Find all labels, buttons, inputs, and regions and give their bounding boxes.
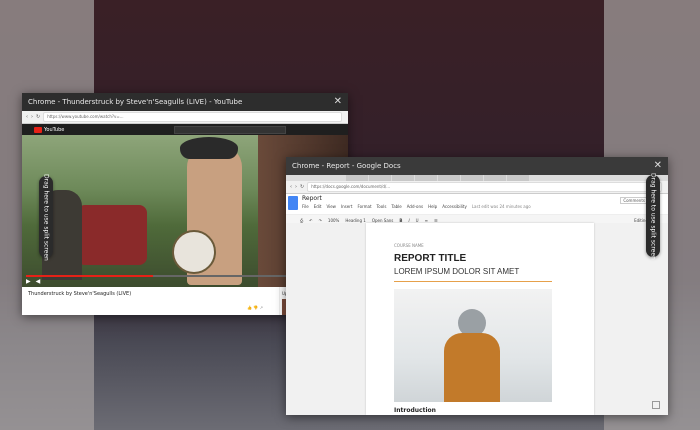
video-title: Thunderstruck by Steve'n'Seagulls (LIVE) <box>28 291 132 297</box>
menu-addons[interactable]: Add-ons <box>407 204 423 209</box>
docs-menu-bar: File Edit View Insert Format Tools Table… <box>302 204 531 209</box>
address-bar[interactable]: https://docs.google.com/document/d/... <box>307 182 662 192</box>
youtube-search-box[interactable] <box>174 125 287 134</box>
zoom-select[interactable]: 100% <box>328 218 339 223</box>
underline-icon[interactable]: U <box>416 218 419 223</box>
last-edit-text[interactable]: Last edit was 24 minutes ago <box>472 204 531 209</box>
docs-browser-toolbar: ‹ › ↻ https://docs.google.com/document/d… <box>286 181 668 194</box>
menu-format[interactable]: Format <box>357 204 371 209</box>
align-icon[interactable]: ≡ <box>425 218 428 223</box>
intro-heading: Introduction <box>394 407 436 414</box>
menu-file[interactable]: File <box>302 204 309 209</box>
photo-person-coat <box>444 333 500 402</box>
browser-tab[interactable] <box>346 175 368 181</box>
share-icon[interactable]: ↗ <box>260 305 263 310</box>
video-progress-fill <box>26 275 154 277</box>
report-title: REPORT TITLE <box>394 253 467 264</box>
browser-tab[interactable] <box>461 175 483 181</box>
menu-edit[interactable]: Edit <box>314 204 322 209</box>
undo-icon[interactable]: ↶ <box>309 218 312 223</box>
menu-view[interactable]: View <box>326 204 336 209</box>
youtube-logo[interactable]: YouTube <box>34 126 64 133</box>
reload-icon[interactable]: ↻ <box>300 184 304 190</box>
reload-icon[interactable]: ↻ <box>36 114 40 120</box>
forward-icon[interactable]: › <box>295 184 297 190</box>
doc-name[interactable]: Report <box>302 195 322 202</box>
menu-help[interactable]: Help <box>428 204 437 209</box>
redo-icon[interactable]: ↷ <box>319 218 322 223</box>
browser-tab[interactable] <box>438 175 460 181</box>
docs-window[interactable]: Chrome - Report - Google Docs ✕ ‹ › ↻ ht… <box>286 157 668 415</box>
forward-icon[interactable]: › <box>31 114 33 120</box>
comments-button[interactable]: Comments <box>620 197 648 204</box>
menu-accessibility[interactable]: Accessibility <box>442 204 467 209</box>
print-icon[interactable]: ⎙ <box>300 218 303 223</box>
docs-canvas: COURSE NAME REPORT TITLE LOREM IPSUM DOL… <box>286 223 668 415</box>
video-frame-banjo <box>172 230 216 274</box>
dislike-icon[interactable]: 👎 <box>253 305 258 310</box>
list-icon[interactable]: ☰ <box>434 218 438 223</box>
youtube-browser-toolbar: ‹ › ↻ https://www.youtube.com/watch?v=..… <box>22 111 348 124</box>
browser-tab[interactable] <box>484 175 506 181</box>
docs-split-screen-handle[interactable]: Drag here to use split screen <box>646 173 660 259</box>
italic-icon[interactable]: I <box>408 218 409 223</box>
font-select[interactable]: Open Sans <box>372 218 394 223</box>
menu-tools[interactable]: Tools <box>377 204 387 209</box>
youtube-header: YouTube <box>22 124 348 135</box>
video-frame-hat <box>180 137 238 159</box>
video-frame-tractor <box>77 205 147 265</box>
docs-icon[interactable] <box>288 196 298 210</box>
video-controls: ▶ ◀ <box>26 278 40 285</box>
youtube-window-titlebar[interactable]: Chrome - Thunderstruck by Steve'n'Seagul… <box>22 93 348 111</box>
close-icon[interactable]: ✕ <box>334 93 342 111</box>
address-bar[interactable]: https://www.youtube.com/watch?v=... <box>43 112 342 122</box>
browser-tab[interactable] <box>507 175 529 181</box>
document-page[interactable]: COURSE NAME REPORT TITLE LOREM IPSUM DOL… <box>366 223 594 415</box>
title-divider <box>394 281 552 282</box>
browser-tab[interactable] <box>392 175 414 181</box>
youtube-split-screen-handle[interactable]: Drag here to use split screen <box>39 174 53 260</box>
explore-icon[interactable] <box>652 401 660 409</box>
browser-tab[interactable] <box>369 175 391 181</box>
browser-tab[interactable] <box>415 175 437 181</box>
back-icon[interactable]: ‹ <box>26 114 28 120</box>
menu-insert[interactable]: Insert <box>341 204 352 209</box>
docs-window-title: Chrome - Report - Google Docs <box>292 162 401 170</box>
bold-icon[interactable]: B <box>399 218 402 223</box>
course-name: COURSE NAME <box>394 243 424 248</box>
heading-select[interactable]: Heading 1 <box>345 218 365 223</box>
report-photo <box>394 289 552 402</box>
play-icon[interactable]: ▶ <box>26 278 31 285</box>
docs-header: Report File Edit View Insert Format Tool… <box>286 194 668 215</box>
menu-table[interactable]: Table <box>391 204 401 209</box>
like-icon[interactable]: 👍 <box>247 305 252 310</box>
back-icon[interactable]: ‹ <box>290 184 292 190</box>
report-subtitle: LOREM IPSUM DOLOR SIT AMET <box>394 267 520 276</box>
youtube-window-title: Chrome - Thunderstruck by Steve'n'Seagul… <box>28 98 243 106</box>
video-actions: 👍 👎 ↗ <box>28 305 273 310</box>
volume-icon[interactable]: ◀ <box>36 278 41 285</box>
docs-window-titlebar[interactable]: Chrome - Report - Google Docs ✕ <box>286 157 668 175</box>
